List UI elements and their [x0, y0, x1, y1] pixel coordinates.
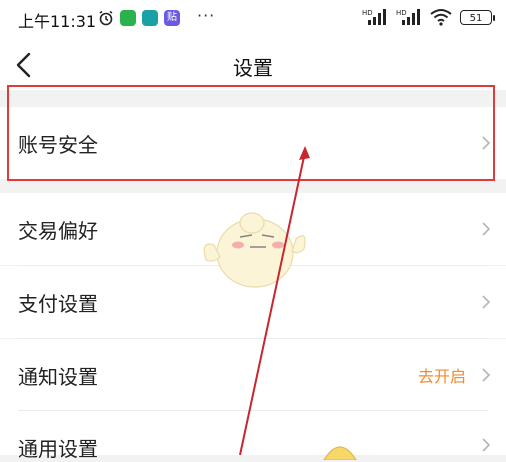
signal-2-icon: HD: [396, 9, 420, 25]
peeking-mascot: [323, 446, 357, 460]
status-time: 上午11:31: [18, 12, 97, 31]
shield-app-icon: [142, 10, 158, 26]
tieba-app-label: 贴: [167, 12, 177, 23]
battery-icon: 51: [460, 9, 495, 25]
notification-enable-hint[interactable]: 去开启: [418, 363, 466, 387]
status-bar: 上午11:31 贴 ··· HD HD 51: [0, 0, 506, 40]
wifi-icon: [430, 9, 452, 26]
setting-label: 通用设置: [18, 437, 98, 461]
chevron-right-icon: [482, 295, 491, 309]
page-title: 设置: [233, 56, 273, 80]
setting-label: 交易偏好: [18, 218, 98, 243]
setting-general[interactable]: 通用设置: [0, 411, 506, 461]
setting-label: 支付设置: [18, 291, 98, 316]
nav-bar: 设置: [0, 40, 506, 90]
chevron-right-icon: [482, 438, 491, 452]
status-app-icons: 贴: [98, 10, 180, 26]
more-notifications-icon: ···: [197, 6, 216, 25]
setting-notification[interactable]: 通知设置 去开启: [0, 339, 506, 411]
wechat-icon: [120, 10, 136, 26]
setting-label: 通知设置: [18, 364, 98, 389]
section-gap: [0, 179, 506, 193]
setting-account-security[interactable]: 账号安全: [0, 107, 506, 179]
chevron-right-icon: [482, 222, 491, 236]
setting-payment[interactable]: 支付设置: [0, 266, 506, 338]
setting-trade-preference[interactable]: 交易偏好: [0, 193, 506, 265]
signal-1-icon: HD: [362, 9, 386, 25]
setting-label: 账号安全: [18, 132, 98, 157]
alarm-icon: [99, 10, 113, 26]
signal-2-label: HD: [396, 9, 407, 17]
signal-1-label: HD: [362, 9, 373, 17]
tieba-app-icon: 贴: [164, 10, 180, 26]
chevron-right-icon: [482, 136, 491, 150]
status-right: HD HD 51: [362, 8, 495, 26]
chevron-right-icon: [482, 368, 491, 382]
section-gap: [0, 90, 506, 107]
